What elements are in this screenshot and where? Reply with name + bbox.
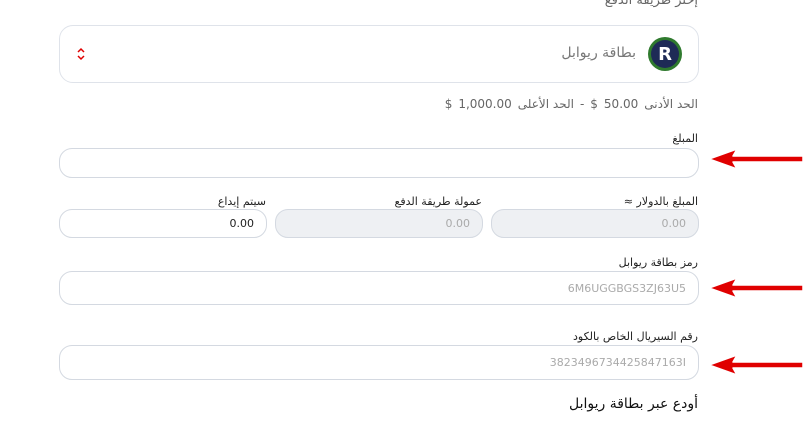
amount-usd-input — [491, 209, 699, 238]
red-arrow-icon — [708, 354, 803, 376]
amount-label: المبلغ — [672, 132, 698, 145]
commission-label: عمولة طريقة الدفع — [394, 195, 483, 208]
payment-method-label: بطاقة ريوابل — [561, 45, 636, 61]
min-limit-label: الحد الأدنى — [644, 97, 698, 111]
serial-label: رقم السيريال الخاص بالكود — [573, 330, 698, 343]
sort-arrows-icon — [77, 47, 85, 61]
min-limit-currency: $ — [590, 97, 598, 111]
max-limit-label: الحد الأعلى — [517, 97, 574, 111]
red-arrow-icon — [708, 277, 803, 299]
serial-input[interactable] — [59, 345, 699, 380]
commission-input — [275, 209, 483, 238]
limits-separator: - — [579, 97, 585, 111]
red-arrow-icon — [708, 148, 803, 170]
payment-method-select[interactable]: R بطاقة ريوابل — [59, 25, 699, 83]
card-code-label: رمز بطاقة ريوابل — [618, 256, 698, 269]
min-limit-value: 50.00 — [603, 97, 639, 111]
rewarble-logo-icon: R — [648, 37, 682, 71]
deposit-title: أودع عبر بطاقة ريوابل — [568, 396, 698, 412]
deposit-limits: الحد الأدنى50.00$-الحد الأعلى1,000.00$ — [439, 97, 698, 111]
amount-usd-label: المبلغ بالدولار ≈ — [623, 195, 698, 208]
section-title: إختر طريقة الدفع — [604, 0, 698, 8]
deposited-input[interactable] — [59, 209, 267, 238]
max-limit-currency: $ — [444, 97, 453, 111]
amount-input[interactable] — [59, 148, 699, 178]
deposited-label: سيتم إيداع — [217, 195, 266, 208]
card-code-input[interactable] — [59, 271, 699, 305]
max-limit-value: 1,000.00 — [458, 97, 512, 111]
